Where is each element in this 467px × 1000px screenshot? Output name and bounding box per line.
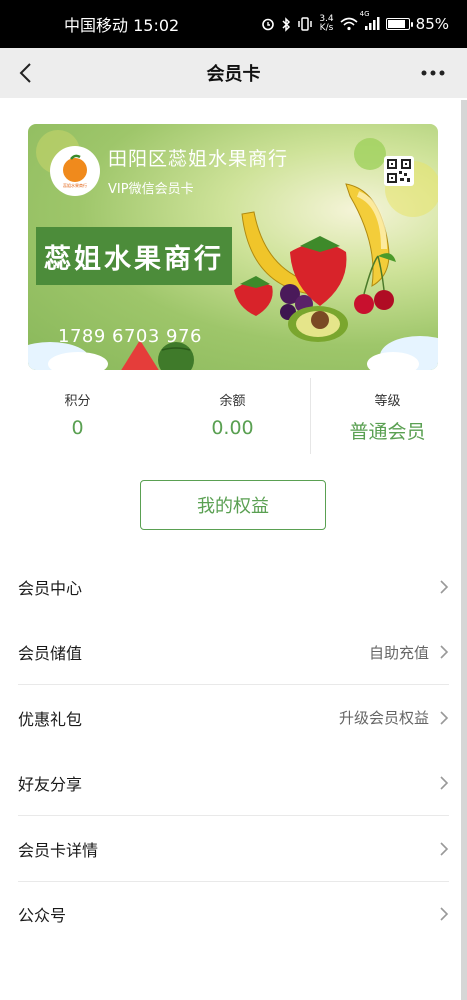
chevron-right-icon [439,841,449,857]
menu-item-value: 升级会员权益 [338,709,429,728]
menu-item-label: 好友分享 [18,775,83,795]
net-speed-unit: K/s [319,23,334,33]
page-title: 会员卡 [206,64,261,85]
stat-label: 积分 [64,394,91,409]
alarm-icon [261,17,275,31]
menu-item-label: 会员卡详情 [18,840,99,860]
card-number: 1789 6703 976 [58,326,202,347]
battery-fill [387,20,405,28]
menu-item-member-center[interactable]: 会员中心 [0,554,467,620]
menu-item-label: 会员储值 [18,644,83,664]
stat-label: 余额 [219,394,246,409]
stat-value: 普通会员 [349,421,426,443]
chevron-right-icon [439,775,449,791]
signal-icon: 4G [360,10,380,31]
more-dots-icon[interactable] [417,60,449,86]
page-content: 蕊姐水果商行 田阳区蕊姐水果商行 VIP微信会员卡 蕊姐水果商行 1789 67… [0,98,467,1000]
chevron-right-icon [439,579,449,595]
member-card[interactable]: 蕊姐水果商行 田阳区蕊姐水果商行 VIP微信会员卡 蕊姐水果商行 1789 67… [28,124,438,370]
store-logo: 蕊姐水果商行 [50,146,100,196]
scrollbar[interactable] [461,100,467,1000]
carrier-time: 中国移动 15:02 [64,16,180,35]
net-speed: 3.4 K/s [319,15,333,33]
menu-item-label: 会员中心 [18,578,83,598]
card-store-name: 田阳区蕊姐水果商行 [108,148,289,170]
battery-icon [385,18,413,30]
vibrate-icon [297,17,313,31]
stat-label: 等级 [374,394,401,409]
bluetooth-icon [281,16,291,32]
menu-item-label: 优惠礼包 [18,709,83,729]
card-banner-text: 蕊姐水果商行 [44,243,224,275]
card-banner: 蕊姐水果商行 [36,227,232,285]
menu-item-label: 公众号 [18,906,67,926]
chevron-right-icon [439,644,449,660]
card-type: VIP微信会员卡 [108,182,194,197]
status-bar: 中国移动 15:02 3.4 K/s 4G 85% [0,0,467,48]
stat-value: 0 [71,417,84,439]
member-stats: 积分 0 余额 0.00 等级 普通会员 [0,378,467,458]
stat-balance[interactable]: 余额 0.00 [155,378,310,458]
menu-list: 会员中心 会员储值 自助充值 优惠礼包 升级会员权益 好友分享 会员卡详情 公众… [0,554,467,947]
stat-level[interactable]: 等级 普通会员 [310,378,465,458]
status-icons: 3.4 K/s 4G 85% [261,10,449,33]
stat-value: 0.00 [211,417,254,439]
qr-code-icon[interactable] [384,156,414,186]
menu-item-gift-pack[interactable]: 优惠礼包 升级会员权益 [0,685,467,751]
chevron-right-icon [439,906,449,922]
menu-item-share-friends[interactable]: 好友分享 [0,751,467,816]
stat-points[interactable]: 积分 0 [0,378,155,458]
logo-text: 蕊姐水果商行 [63,182,87,188]
chevron-left-icon[interactable] [12,60,38,86]
menu-item-member-recharge[interactable]: 会员储值 自助充值 [0,620,467,685]
chevron-right-icon [439,710,449,726]
nav-bar: 会员卡 [0,48,467,98]
wifi-icon [340,17,358,31]
menu-item-value: 自助充值 [368,643,429,662]
menu-item-card-details[interactable]: 会员卡详情 [0,816,467,882]
network-tag: 4G [359,10,370,18]
my-benefits-button[interactable]: 我的权益 [140,480,326,530]
menu-item-official-account[interactable]: 公众号 [0,882,467,948]
battery-percent: 85% [415,15,449,33]
